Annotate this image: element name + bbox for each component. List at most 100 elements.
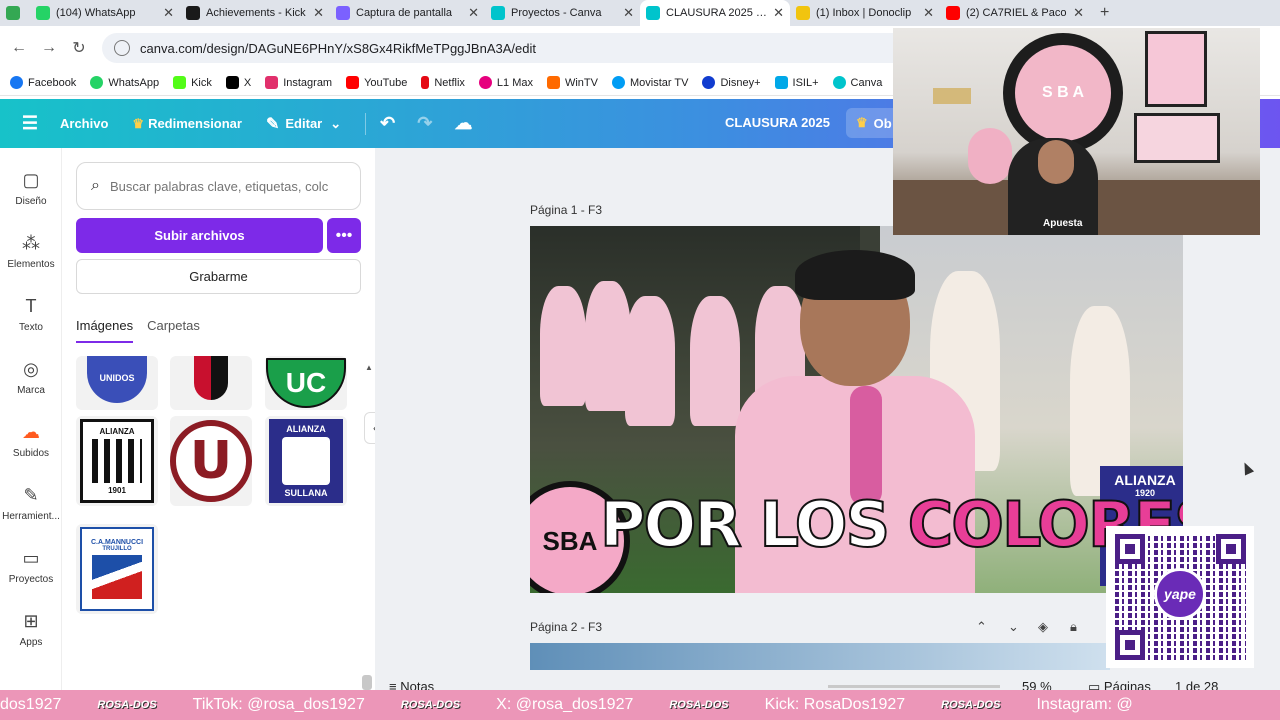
close-tab-icon[interactable]: ✕ [1073, 5, 1084, 21]
image-thumb-melgar[interactable] [170, 356, 252, 410]
archivo-menu[interactable]: Archivo [60, 116, 108, 131]
image-thumb-mannucci[interactable]: C.A.MANNUCCI TRUJILLO [76, 524, 158, 614]
more-options-button[interactable]: ••• [327, 218, 361, 253]
instagram-icon [265, 76, 279, 89]
stream-ticker: dos1927 ROSA-DOS TikTok: @rosa_dos1927 R… [0, 690, 1280, 720]
close-tab-icon[interactable]: ✕ [923, 5, 934, 21]
design-title[interactable]: CLAUSURA 2025 [725, 115, 830, 130]
panel-tabs: Imágenes Carpetas [76, 318, 214, 343]
page-2-thumbnail[interactable] [530, 643, 1110, 670]
back-icon[interactable]: ← [4, 39, 34, 57]
redimensionar-button[interactable]: ♛ Redimensionar [132, 116, 242, 132]
image-thumb-alianza-sullana[interactable]: ALIANZA SULLANA [265, 416, 347, 506]
scroll-up-icon[interactable]: ▲ [365, 363, 373, 372]
bookmark-l1max[interactable]: L1 Max [478, 76, 533, 89]
streamer-head [1038, 140, 1074, 184]
bookmark-movistar[interactable]: Movistar TV [611, 76, 688, 89]
close-tab-icon[interactable]: ✕ [468, 5, 479, 21]
rail-apps[interactable]: ⊞ Apps [0, 611, 62, 648]
cloud-saved-icon[interactable]: ☁ [454, 113, 472, 134]
browser-tab-active[interactable]: CLAUSURA 2025 - P ✕ [640, 0, 790, 26]
bookmark-wintv[interactable]: WinTV [546, 76, 598, 89]
editar-menu[interactable]: ✎ Editar ⌄ [266, 114, 341, 134]
pen-icon [336, 6, 350, 20]
framed-shirt [1145, 31, 1207, 107]
bookmark-youtube[interactable]: YouTube [346, 76, 407, 89]
zoom-slider[interactable] [828, 685, 1000, 688]
rail-herramientas[interactable]: ✎ Herramient... [0, 485, 62, 522]
close-tab-icon[interactable]: ✕ [163, 5, 174, 21]
crest-stripes [92, 555, 142, 599]
image-thumb-alianza-lima[interactable]: ALIANZA 1901 [76, 416, 158, 506]
site-info-icon[interactable] [114, 40, 130, 56]
redo-icon[interactable]: ↷ [417, 113, 432, 134]
chevron-down-icon: ⌄ [330, 115, 342, 131]
image-thumb-uc[interactable]: UC [265, 356, 347, 410]
folder-icon: ▭ [22, 548, 40, 568]
image-thumb-universitario[interactable]: U [170, 416, 252, 506]
qr-finder [1115, 534, 1145, 564]
youtube-icon [946, 6, 960, 20]
canva-icon [832, 76, 846, 89]
close-tab-icon[interactable]: ✕ [623, 5, 634, 21]
l1max-icon [478, 76, 492, 89]
crown-icon: ♛ [856, 115, 868, 130]
image-thumb-unidos[interactable]: UNIDOS [76, 356, 158, 410]
rail-elementos[interactable]: ⁂ Elementos [0, 233, 62, 270]
record-yourself-button[interactable]: Grabarme [76, 259, 361, 294]
lock-icon[interactable]: 🔒︎ [1070, 619, 1077, 635]
upload-files-button[interactable]: Subir archivos [76, 218, 323, 253]
hide-page-icon[interactable]: ◈ [1038, 619, 1048, 635]
movistar-icon [611, 76, 625, 89]
rail-subidos[interactable]: ☁ Subidos [0, 422, 62, 459]
rail-texto[interactable]: T Texto [0, 296, 62, 333]
browser-tab[interactable]: Achievements - Kick ✕ [180, 0, 330, 26]
donoclip-icon [796, 6, 810, 20]
browser-tab[interactable]: (104) WhatsApp ✕ [30, 0, 180, 26]
page-down-icon[interactable]: ⌄ [1008, 619, 1019, 635]
bookmark-facebook[interactable]: Facebook [10, 76, 76, 89]
bookmark-kick[interactable]: Kick [173, 76, 212, 89]
search-input[interactable] [109, 178, 340, 194]
bookmark-isil[interactable]: ISIL+ [774, 76, 819, 89]
bookmark-whatsapp[interactable]: WhatsApp [90, 76, 159, 89]
browser-tab-strip: (104) WhatsApp ✕ Achievements - Kick ✕ C… [0, 0, 1280, 26]
new-tab-icon[interactable]: + [1090, 4, 1119, 22]
framed-shirts [1134, 113, 1220, 163]
browser-tab[interactable]: Proyectos - Canva ✕ [485, 0, 640, 26]
close-tab-icon[interactable]: ✕ [313, 5, 324, 21]
rail-marca[interactable]: ◎ Marca [0, 359, 62, 396]
bookmark-canva[interactable]: Canva [832, 76, 882, 89]
tab-images[interactable]: Imágenes [76, 318, 134, 343]
page-up-icon[interactable]: ⌃ [976, 619, 987, 635]
reload-icon[interactable]: ↻ [64, 38, 94, 58]
isil-icon [774, 76, 788, 89]
browser-tab[interactable] [0, 0, 30, 26]
browser-tab[interactable]: (1) Inbox | Donoclip ✕ [790, 0, 940, 26]
bookmark-x[interactable]: X [225, 76, 251, 89]
crest-uc: UC [266, 358, 346, 408]
close-tab-icon[interactable]: ✕ [773, 5, 784, 21]
search-box[interactable]: ⌕ [76, 162, 361, 210]
page-1-thumbnail[interactable]: SBA ALIANZA 1920 POR LOS COLORES [530, 226, 1183, 593]
rail-diseno[interactable]: ▢ Diseño [0, 170, 62, 207]
player-figure [625, 296, 675, 426]
undo-icon[interactable]: ↶ [380, 113, 395, 134]
page-2-label[interactable]: Página 2 - F3 [530, 620, 602, 634]
left-rail: ▢ Diseño ⁂ Elementos T Texto ◎ Marca ☁ Subido… [0, 148, 62, 690]
bookmark-instagram[interactable]: Instagram [265, 76, 332, 89]
browser-tab[interactable]: (2) CA7RIEL & Paco ✕ [940, 0, 1090, 26]
bookmark-disney[interactable]: Disney+ [702, 76, 761, 89]
browser-tab[interactable]: Captura de pantalla ✕ [330, 0, 485, 26]
netflix-icon [421, 76, 430, 89]
menu-icon[interactable]: ☰ [0, 113, 60, 134]
player-hair [795, 250, 915, 300]
bookmark-netflix[interactable]: Netflix [421, 76, 465, 89]
forward-icon[interactable]: → [34, 39, 64, 57]
scrollbar-thumb[interactable] [362, 675, 372, 690]
tab-folders[interactable]: Carpetas [147, 318, 200, 343]
design-icon: ▢ [22, 170, 40, 190]
page-1-label[interactable]: Página 1 - F3 [530, 203, 602, 217]
rail-proyectos[interactable]: ▭ Proyectos [0, 548, 62, 585]
stripes [92, 439, 142, 483]
